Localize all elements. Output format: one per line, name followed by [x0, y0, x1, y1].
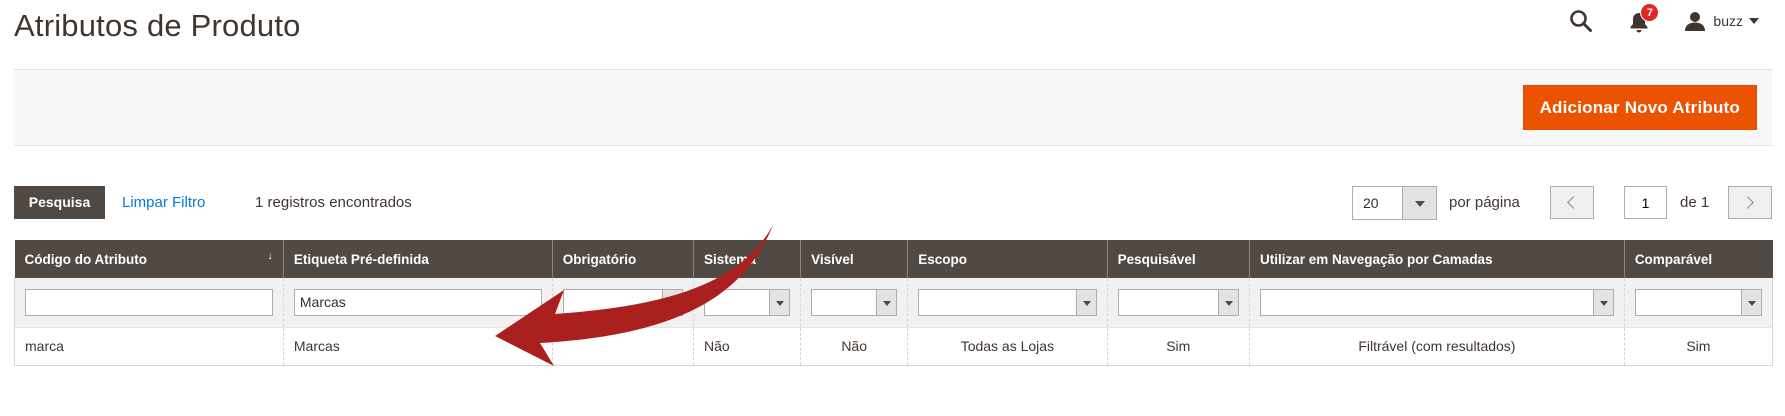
- column-header-scope[interactable]: Escopo: [907, 240, 1108, 278]
- cell-required: [551, 327, 694, 366]
- filter-cell: [907, 278, 1108, 328]
- user-icon: [1685, 12, 1706, 31]
- cell-default-label: Marcas: [282, 327, 553, 366]
- filter-attribute-code-input[interactable]: [25, 288, 273, 316]
- column-label: Visível: [811, 251, 854, 267]
- attributes-grid: Código do Atributo ↓ Etiqueta Pré-definid…: [14, 240, 1774, 366]
- filter-required-select[interactable]: [562, 288, 684, 316]
- column-label: Código do Atributo: [24, 251, 147, 267]
- filter-cell: [282, 278, 553, 328]
- current-page-input[interactable]: [1624, 186, 1667, 219]
- grid-toolbar: Pesquisa Limpar Filtro 1 registros encon…: [14, 186, 1772, 220]
- user-name: buzz: [1713, 13, 1743, 29]
- reset-filter-link[interactable]: Limpar Filtro: [122, 194, 205, 211]
- page-title: Atributos de Produto: [14, 8, 301, 43]
- column-header-comparable[interactable]: Comparável: [1623, 240, 1773, 278]
- filter-visible-select[interactable]: [811, 288, 898, 316]
- per-page-label: por página: [1449, 194, 1520, 211]
- filter-layered-navigation-select[interactable]: [1259, 288, 1614, 316]
- records-found-text: 1 registros encontrados: [255, 194, 412, 211]
- cell-attribute-code: marca: [14, 327, 284, 366]
- per-page-value: 20: [1363, 195, 1379, 211]
- grid-header-row: Código do Atributo ↓ Etiqueta Pré-definid…: [14, 240, 1773, 278]
- filter-row: [14, 278, 1774, 328]
- notification-count-badge: 7: [1640, 3, 1660, 22]
- filter-scope-select[interactable]: [918, 288, 1097, 316]
- filter-cell: [551, 278, 694, 328]
- cell-visible: Não: [800, 327, 908, 366]
- column-label: Sistema: [704, 251, 756, 267]
- filter-cell: [693, 278, 801, 328]
- column-header-searchable[interactable]: Pesquisável: [1106, 240, 1250, 278]
- column-label: Comparável: [1634, 251, 1713, 267]
- add-new-attribute-button[interactable]: Adicionar Novo Atributo: [1522, 85, 1757, 130]
- next-page-button[interactable]: [1728, 186, 1772, 219]
- cell-system: Não: [693, 327, 801, 366]
- cell-scope: Todas as Lojas: [907, 327, 1108, 366]
- column-header-visible[interactable]: Visível: [800, 240, 908, 278]
- filter-cell: [1248, 278, 1625, 328]
- page-actions-bar: Adicionar Novo Atributo: [14, 69, 1772, 146]
- column-header-default-label[interactable]: Etiqueta Pré-definida: [282, 240, 553, 278]
- filter-cell: [1106, 278, 1250, 328]
- column-label: Obrigatório: [562, 251, 637, 267]
- search-icon[interactable]: [1569, 9, 1593, 33]
- notifications-button[interactable]: 7: [1629, 3, 1660, 33]
- filter-cell: [800, 278, 908, 328]
- search-button[interactable]: Pesquisa: [14, 186, 105, 219]
- column-label: Etiqueta Pré-definida: [293, 251, 429, 267]
- cell-comparable: Sim: [1623, 327, 1774, 366]
- filter-system-select[interactable]: [704, 288, 791, 316]
- chevron-down-icon[interactable]: [1402, 187, 1436, 219]
- filter-default-label-input[interactable]: [293, 288, 542, 316]
- sort-desc-icon: ↓: [267, 250, 273, 262]
- previous-page-button[interactable]: [1550, 186, 1594, 219]
- filter-comparable-select[interactable]: [1634, 288, 1762, 316]
- table-row[interactable]: marca Marcas Não Não Todas as Lojas Sim …: [14, 327, 1774, 366]
- header-actions: 7 buzz: [1569, 3, 1759, 36]
- filter-cell: [14, 278, 284, 328]
- column-label: Utilizar em Navegação por Camadas: [1259, 251, 1493, 267]
- column-label: Pesquisável: [1117, 251, 1196, 267]
- column-header-layered-navigation[interactable]: Utilizar em Navegação por Camadas: [1248, 240, 1625, 278]
- column-label: Escopo: [918, 251, 967, 267]
- filter-searchable-select[interactable]: [1117, 288, 1239, 316]
- cell-searchable: Sim: [1106, 327, 1250, 366]
- chevron-down-icon: [1749, 18, 1759, 24]
- user-menu[interactable]: buzz: [1685, 11, 1759, 31]
- column-header-required[interactable]: Obrigatório: [551, 240, 694, 278]
- total-pages-text: de 1: [1680, 194, 1710, 211]
- column-header-system[interactable]: Sistema: [693, 240, 801, 278]
- filter-cell: [1623, 278, 1774, 328]
- cell-layered-navigation: Filtrável (com resultados): [1248, 327, 1625, 366]
- column-header-attribute-code[interactable]: Código do Atributo ↓: [14, 240, 284, 278]
- per-page-select[interactable]: 20: [1352, 186, 1437, 220]
